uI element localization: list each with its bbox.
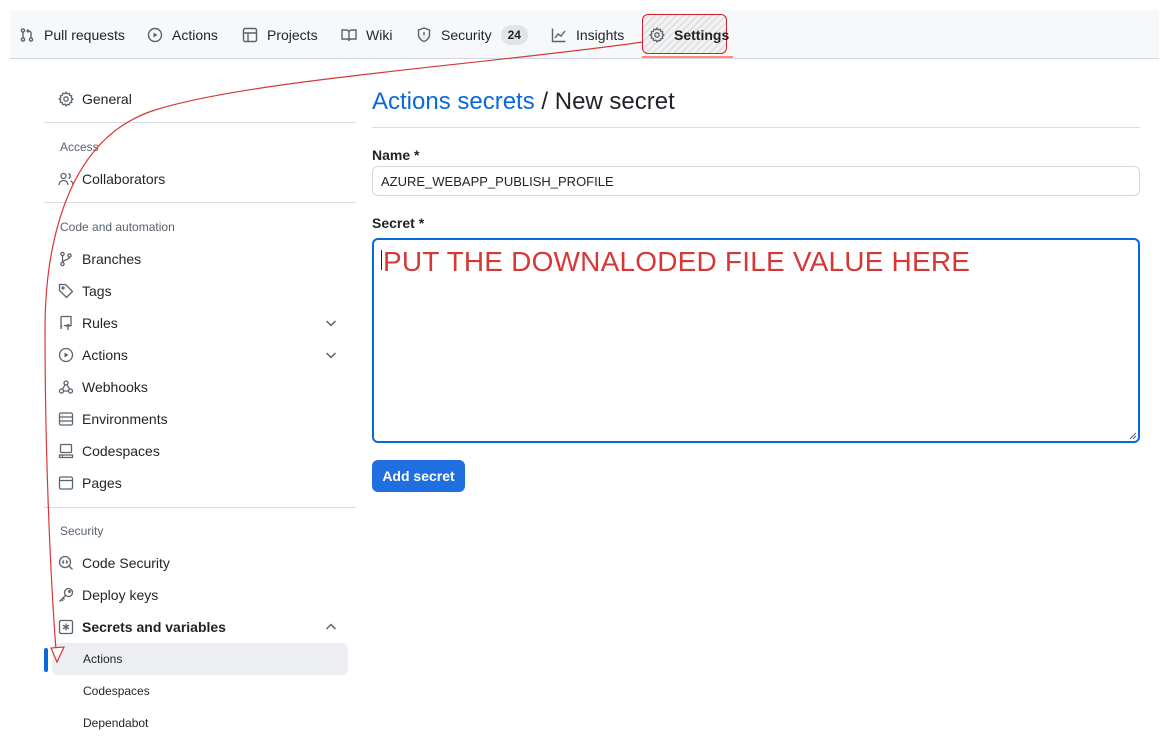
sidebar-item-codespaces[interactable]: Codespaces (58, 435, 348, 467)
chevron-up-icon[interactable] (324, 620, 338, 634)
page-title: Actions secrets / New secret (372, 88, 675, 116)
tab-actions-label: Actions (172, 26, 218, 43)
security-count-badge: 24 (500, 24, 528, 45)
people-icon (58, 172, 74, 186)
chevron-down-icon[interactable] (324, 316, 338, 330)
sidebar-item-branches[interactable]: Branches (58, 243, 348, 275)
breadcrumb-actions-secrets-link[interactable]: Actions secrets (372, 88, 535, 115)
key-icon (59, 587, 74, 602)
resize-handle-icon[interactable] (1129, 432, 1137, 440)
asterisk-box-icon (58, 619, 74, 635)
sidebar-item-deploy-keys[interactable]: Deploy keys (58, 579, 348, 611)
active-indicator (44, 648, 48, 672)
gear-icon (649, 26, 665, 43)
sidebar-item-label: Code Security (82, 555, 170, 571)
sidebar-item-label: Deploy keys (82, 587, 159, 603)
secret-name-input[interactable]: AZURE_WEBAPP_PUBLISH_PROFILE (372, 166, 1140, 196)
tag-icon (58, 283, 74, 299)
sidebar-item-webhooks[interactable]: Webhooks (58, 371, 348, 403)
sidebar-item-label: Secrets and variables (82, 619, 226, 635)
codespaces-icon (58, 443, 74, 459)
sidebar-subitem-label: Codespaces (83, 684, 150, 698)
tab-settings-label: Settings (674, 26, 730, 43)
add-secret-button[interactable]: Add secret (372, 460, 465, 492)
settings-active-underline (642, 56, 733, 58)
sidebar-item-label: Rules (82, 315, 118, 331)
sidebar-divider (44, 122, 356, 123)
secret-label: Secret * (372, 215, 425, 231)
sidebar-heading-security: Security (60, 524, 104, 538)
sidebar-item-secrets-and-variables[interactable]: Secrets and variables (58, 611, 348, 643)
browser-icon (58, 476, 74, 490)
webhook-icon (58, 380, 74, 394)
sidebar-item-pages[interactable]: Pages (58, 467, 348, 499)
graph-icon (551, 28, 566, 42)
annotation-text: PUT THE DOWNALODED FILE VALUE HERE (383, 246, 971, 277)
secret-value-textarea[interactable]: PUT THE DOWNALODED FILE VALUE HERE (372, 238, 1140, 443)
sidebar-subitem-label: Actions (83, 652, 123, 666)
sidebar-item-label: Pages (82, 475, 122, 491)
sidebar-item-environments[interactable]: Environments (58, 403, 348, 435)
sidebar-subitem-actions[interactable]: Actions (52, 643, 348, 675)
sidebar-item-label: General (82, 91, 132, 107)
codescan-icon (58, 555, 73, 570)
sidebar-item-rules[interactable]: Rules (58, 307, 348, 339)
shield-icon (417, 26, 431, 42)
sidebar-item-label: Actions (82, 347, 128, 363)
title-divider (372, 127, 1140, 128)
server-icon (58, 412, 74, 426)
sidebar-item-collaborators[interactable]: Collaborators (58, 163, 348, 195)
sidebar-item-label: Collaborators (82, 171, 166, 187)
play-icon (58, 347, 74, 363)
sidebar-subitem-codespaces[interactable]: Codespaces (52, 675, 348, 707)
name-label: Name * (372, 147, 420, 163)
tab-projects-label: Projects (267, 26, 318, 43)
book-icon (341, 28, 357, 41)
text-caret (381, 250, 382, 270)
tab-security[interactable]: Security 24 (416, 10, 528, 59)
sidebar-heading-access: Access (60, 140, 99, 154)
sidebar-subitem-dependabot[interactable]: Dependabot (52, 707, 348, 739)
tab-pull-requests-label: Pull requests (44, 26, 125, 43)
sidebar-item-label: Codespaces (82, 443, 160, 459)
tab-insights[interactable]: Insights (551, 10, 624, 59)
sidebar-divider (44, 202, 356, 203)
sidebar-item-label: Environments (82, 411, 168, 427)
sidebar-divider (44, 507, 356, 508)
breadcrumb-current: New secret (554, 88, 675, 115)
table-icon (242, 27, 258, 42)
tab-security-label: Security (441, 26, 492, 43)
tab-pull-requests[interactable]: Pull requests (19, 10, 125, 59)
repo-nav: Pull requests Actions Projects Wiki Secu… (10, 10, 1159, 59)
tab-settings[interactable]: Settings (649, 10, 729, 59)
tab-wiki[interactable]: Wiki (341, 10, 392, 59)
play-icon (147, 27, 163, 42)
sidebar-item-label: Tags (82, 283, 112, 299)
repo-push-icon (60, 315, 72, 330)
chevron-down-icon[interactable] (324, 348, 338, 362)
gear-icon (58, 91, 74, 107)
sidebar-item-label: Branches (82, 251, 142, 267)
tab-projects[interactable]: Projects (242, 10, 318, 59)
tab-actions[interactable]: Actions (147, 10, 218, 59)
sidebar-item-general[interactable]: General (58, 83, 348, 115)
sidebar-item-tags[interactable]: Tags (58, 275, 348, 307)
tab-wiki-label: Wiki (366, 26, 393, 43)
tab-insights-label: Insights (576, 26, 625, 43)
sidebar-item-actions[interactable]: Actions (58, 339, 348, 371)
breadcrumb-separator: / (534, 88, 555, 115)
branch-icon (60, 251, 72, 267)
sidebar-heading-code-automation: Code and automation (60, 220, 175, 234)
sidebar-item-label: Webhooks (82, 379, 148, 395)
pull-request-icon (20, 27, 34, 42)
sidebar-item-code-security[interactable]: Code Security (58, 547, 348, 579)
sidebar-subitem-label: Dependabot (83, 716, 149, 730)
